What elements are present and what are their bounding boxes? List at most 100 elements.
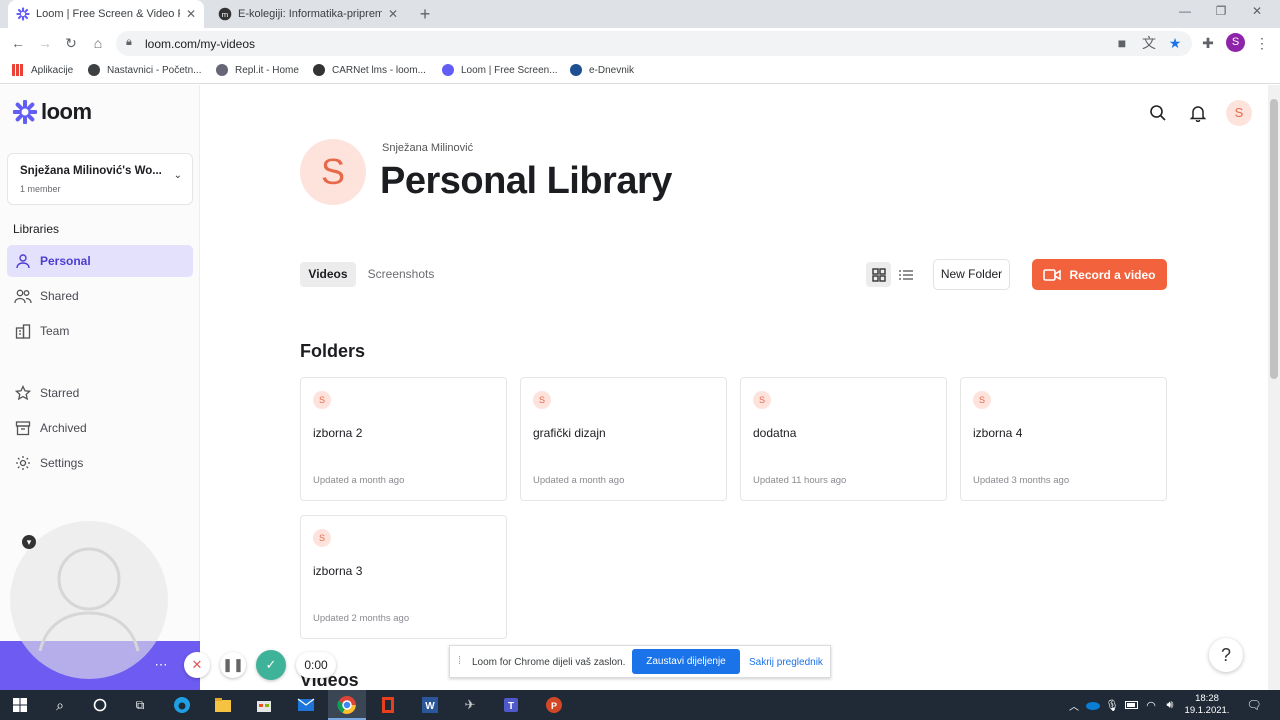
bookmark-star-icon[interactable]: ★ xyxy=(1167,35,1183,51)
translate-icon[interactable]: 文 xyxy=(1141,35,1157,51)
loom-logo[interactable]: loom xyxy=(13,99,92,125)
windows-start-icon[interactable] xyxy=(10,695,30,715)
page-scrollbar[interactable] xyxy=(1268,85,1280,690)
sidebar-item-starred[interactable]: Starred xyxy=(7,377,193,409)
minimize-icon[interactable]: — xyxy=(1170,4,1200,18)
record-video-button[interactable]: Record a video xyxy=(1032,259,1167,290)
edge-icon[interactable] xyxy=(172,695,192,715)
loom-logo-icon xyxy=(13,100,37,124)
chrome-taskbar-item[interactable] xyxy=(328,690,366,720)
user-avatar[interactable]: S xyxy=(1226,100,1252,126)
stop-sharing-button[interactable]: Zaustavi dijeljenje xyxy=(632,649,740,674)
recording-timer: 0:00 xyxy=(296,652,336,678)
list-view-icon[interactable] xyxy=(896,262,916,287)
more-options-icon[interactable]: ⋯ xyxy=(148,652,174,678)
file-explorer-icon[interactable] xyxy=(213,695,233,715)
window-close-icon[interactable]: ✕ xyxy=(1242,4,1272,18)
bookmark-carnet[interactable]: CARNet lms - loom... xyxy=(313,64,426,76)
cancel-recording-icon[interactable]: ✕ xyxy=(184,652,210,678)
word-icon[interactable]: W xyxy=(420,695,440,715)
new-tab-button[interactable]: + xyxy=(416,4,434,24)
browser-tab-strip: Loom | Free Screen & Video Reco ✕ m E-ko… xyxy=(0,0,1280,28)
sidebar-item-personal[interactable]: Personal xyxy=(7,245,193,277)
folder-card[interactable]: S grafički dizajn Updated a month ago xyxy=(520,377,727,501)
new-folder-button[interactable]: New Folder xyxy=(933,259,1010,290)
folder-name: izborna 4 xyxy=(973,426,1023,440)
maximize-icon[interactable]: ❐ xyxy=(1206,4,1236,18)
search-icon[interactable]: ⌕ xyxy=(50,695,70,715)
microphone-icon[interactable]: 🎙︎ xyxy=(1102,695,1122,715)
bookmark-ednevnik[interactable]: e-Dnevnik xyxy=(570,64,634,76)
tab-ekolegiji[interactable]: m E-kolegiji: Informatika-priprema z ✕ xyxy=(210,0,406,28)
folder-card[interactable]: S izborna 2 Updated a month ago xyxy=(300,377,507,501)
pause-icon[interactable]: ❚❚ xyxy=(220,652,246,678)
onedrive-icon[interactable] xyxy=(1083,695,1103,715)
reload-icon[interactable]: ↻ xyxy=(63,35,79,51)
workspace-switcher[interactable]: Snježana Milinović's Wo... 1 member ⌄ xyxy=(7,153,193,205)
bubble-options-icon[interactable]: ▾ xyxy=(22,535,36,549)
profile-avatar[interactable]: S xyxy=(1226,33,1245,52)
tab-loom[interactable]: Loom | Free Screen & Video Reco ✕ xyxy=(8,0,204,28)
bookmark-nastavnici[interactable]: Nastavnici - Početn... xyxy=(88,64,201,76)
sidebar-item-shared[interactable]: Shared xyxy=(7,280,193,312)
tray-chevron-icon[interactable]: ︿ xyxy=(1064,695,1084,715)
url-text: loom.com/my-videos xyxy=(145,37,256,51)
windows-taskbar: ⌕ ⧉ W ✈ T P ︿ 🎙︎ ◠ 🔊︎ 18:28 19.1.2021. 🗨… xyxy=(0,690,1280,720)
folder-updated: Updated a month ago xyxy=(533,475,625,486)
sidebar-item-label: Starred xyxy=(40,386,80,400)
powerpoint-icon[interactable]: P xyxy=(544,695,564,715)
close-tab-icon[interactable]: ✕ xyxy=(186,7,196,21)
close-tab-icon[interactable]: ✕ xyxy=(388,7,398,21)
drag-handle-icon[interactable]: ⁞ xyxy=(458,655,461,667)
svg-text:W: W xyxy=(425,701,435,712)
recorder-controls: ⋯ ✕ ❚❚ ✓ 0:00 xyxy=(148,650,336,680)
task-view-icon[interactable]: ⧉ xyxy=(130,695,150,715)
tab-screenshots[interactable]: Screenshots xyxy=(361,262,441,287)
menu-dots-icon[interactable]: ⋮ xyxy=(1254,35,1270,51)
notifications-icon[interactable]: 🗨︎ xyxy=(1244,695,1264,715)
game-app-icon[interactable]: ✈ xyxy=(460,695,480,715)
sidebar-item-settings[interactable]: Settings xyxy=(7,447,193,479)
help-button[interactable]: ? xyxy=(1209,638,1243,672)
bookmark-replit[interactable]: Repl.it - Home xyxy=(216,64,299,76)
grid-view-icon[interactable] xyxy=(866,262,891,287)
bookmark-loom[interactable]: Loom | Free Screen... xyxy=(442,64,558,76)
store-icon[interactable] xyxy=(254,695,274,715)
camera-icon[interactable]: ■ xyxy=(1114,35,1130,51)
extensions-icon[interactable]: ✚ xyxy=(1200,35,1216,51)
wifi-icon[interactable]: ◠ xyxy=(1141,695,1161,715)
chevron-down-icon: ⌄ xyxy=(173,170,182,181)
bookmark-apps[interactable]: Aplikacije xyxy=(12,64,73,76)
folders-heading: Folders xyxy=(300,341,366,361)
chrome-icon xyxy=(337,696,356,714)
cortana-icon[interactable] xyxy=(90,695,110,715)
folder-card[interactable]: S izborna 3 Updated 2 months ago xyxy=(300,515,507,639)
sidebar-item-team[interactable]: Team xyxy=(7,315,193,347)
home-icon[interactable]: ⌂ xyxy=(90,35,106,51)
folder-card[interactable]: S dodatna Updated 11 hours ago xyxy=(740,377,947,501)
hide-bar-button[interactable]: Sakrij preglednik xyxy=(749,657,823,668)
folder-card[interactable]: S izborna 4 Updated 3 months ago xyxy=(960,377,1167,501)
scrollbar-thumb[interactable] xyxy=(1270,99,1278,379)
record-label: Record a video xyxy=(1069,267,1156,282)
volume-icon[interactable]: 🔊︎ xyxy=(1160,695,1180,715)
teams-icon[interactable]: T xyxy=(502,695,522,715)
system-clock[interactable]: 18:28 19.1.2021. xyxy=(1182,693,1232,717)
search-icon[interactable] xyxy=(1149,104,1167,127)
back-icon[interactable]: ← xyxy=(10,35,26,51)
folder-updated: Updated 3 months ago xyxy=(973,475,1070,486)
bell-icon[interactable] xyxy=(1189,104,1207,127)
address-bar[interactable]: 🔒︎ loom.com/my-videos xyxy=(116,31,1192,56)
bookmark-label: Aplikacije xyxy=(31,64,74,76)
office-icon[interactable] xyxy=(378,695,398,715)
sidebar-item-archived[interactable]: Archived xyxy=(7,412,193,444)
finish-recording-icon[interactable]: ✓ xyxy=(256,650,286,680)
apps-grid-icon xyxy=(12,64,24,76)
folder-updated: Updated 2 months ago xyxy=(313,613,410,624)
battery-icon[interactable] xyxy=(1122,695,1142,715)
tab-videos[interactable]: Videos xyxy=(300,262,356,287)
svg-text:P: P xyxy=(551,701,557,711)
mail-icon[interactable] xyxy=(296,695,316,715)
screen-sharing-bar: ⁞ Loom for Chrome dijeli vaš zaslon. Zau… xyxy=(449,645,831,678)
forward-icon[interactable]: → xyxy=(37,35,53,51)
